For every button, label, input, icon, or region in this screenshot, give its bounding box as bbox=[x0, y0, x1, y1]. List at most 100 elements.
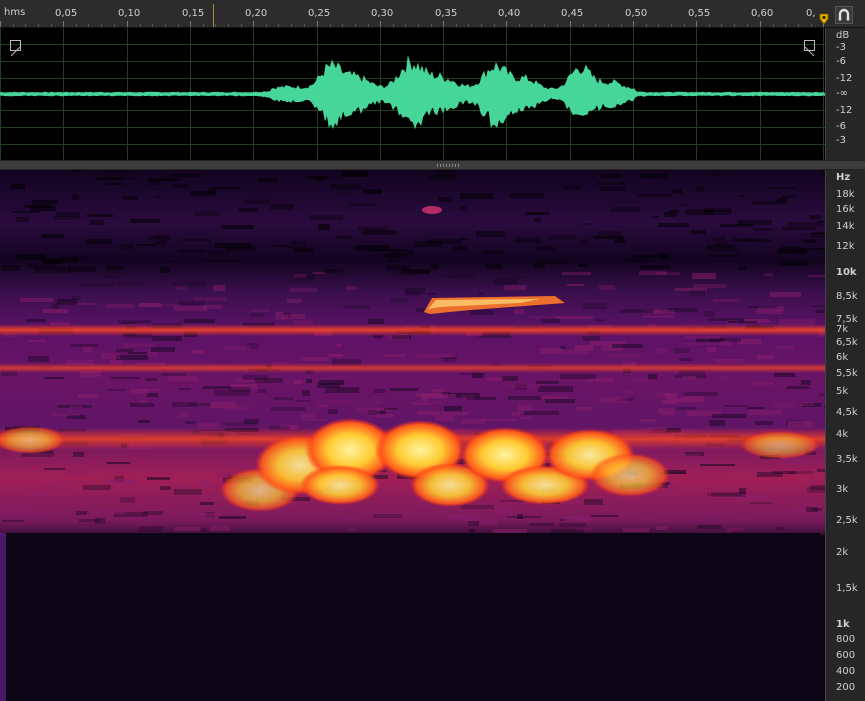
db-tick: -12 bbox=[836, 73, 853, 84]
spectral-noise-patch bbox=[96, 510, 125, 514]
ruler-minor-tick bbox=[494, 24, 495, 27]
spectral-noise-patch bbox=[556, 275, 562, 280]
spectral-noise-patch bbox=[499, 277, 534, 279]
ruler-minor-tick bbox=[241, 24, 242, 27]
spectral-noise-patch bbox=[639, 271, 667, 275]
spectral-noise-patch bbox=[435, 415, 454, 421]
ruler-minor-tick bbox=[721, 24, 722, 27]
zoom-out-corner-icon[interactable] bbox=[804, 40, 815, 57]
spectral-noise-patch bbox=[700, 464, 735, 466]
marker-icon[interactable] bbox=[819, 13, 829, 25]
ruler-major-tick bbox=[443, 21, 444, 27]
ruler-minor-tick bbox=[747, 24, 748, 27]
spectral-noise-patch bbox=[776, 527, 785, 530]
spectral-noise-patch bbox=[302, 419, 328, 421]
spectral-display[interactable] bbox=[0, 170, 825, 701]
spectral-noise-patch bbox=[442, 412, 469, 415]
spectral-noise-patch bbox=[341, 171, 368, 177]
ruler-major-tick bbox=[380, 21, 381, 27]
spectral-noise-patch bbox=[634, 255, 668, 258]
spectral-noise-patch bbox=[673, 189, 682, 194]
spectral-noise-patch bbox=[239, 208, 258, 212]
waveform-panel[interactable] bbox=[0, 28, 826, 160]
ruler-minor-tick bbox=[405, 24, 406, 27]
spectral-noise-patch bbox=[174, 489, 202, 495]
spectral-noise-patch bbox=[373, 514, 402, 518]
spectral-noise-patch bbox=[641, 173, 667, 178]
spectral-noise-patch bbox=[16, 217, 29, 222]
divider-grip[interactable] bbox=[437, 164, 461, 167]
spectral-noise-patch bbox=[781, 195, 796, 198]
ruler-major-tick bbox=[760, 21, 761, 27]
spectral-noise-patch bbox=[460, 193, 493, 199]
spectral-noise-patch bbox=[507, 384, 540, 388]
spectral-noise-patch bbox=[711, 492, 746, 497]
spectral-noise-patch bbox=[646, 518, 653, 520]
spectral-noise-patch bbox=[468, 521, 479, 526]
spectral-noise-patch bbox=[200, 502, 214, 505]
spectral-noise-patch bbox=[438, 197, 452, 202]
spectral-noise-patch bbox=[384, 408, 398, 410]
time-tick: 0,05 bbox=[55, 8, 78, 19]
spectral-noise-patch bbox=[208, 251, 230, 255]
spectral-noise-patch bbox=[101, 353, 120, 359]
time-ruler[interactable]: hms 0,05 0,10 0,15 0,20 0,25 0,30 0,35 0… bbox=[0, 0, 865, 28]
ruler-major-tick bbox=[190, 21, 191, 27]
spectral-noise-patch bbox=[159, 304, 179, 306]
spectral-noise-patch bbox=[673, 348, 690, 353]
spectral-noise-patch bbox=[138, 420, 150, 423]
spectral-noise-patch bbox=[518, 405, 532, 411]
spectral-noise-patch bbox=[717, 376, 729, 379]
spectral-noise-patch bbox=[57, 299, 77, 305]
ruler-minor-tick bbox=[266, 24, 267, 27]
spectral-noise-patch bbox=[623, 390, 633, 394]
spectral-noise-patch bbox=[164, 261, 180, 263]
spectral-noise-patch bbox=[189, 454, 202, 456]
ruler-minor-tick bbox=[291, 24, 292, 27]
spectral-noise-patch bbox=[679, 358, 692, 361]
band-7k bbox=[0, 324, 825, 336]
ruler-minor-tick bbox=[76, 24, 77, 27]
snap-button[interactable] bbox=[835, 6, 853, 24]
zoom-in-corner-icon[interactable] bbox=[10, 40, 21, 57]
spectral-noise-patch bbox=[363, 189, 382, 194]
ruler-minor-tick bbox=[165, 24, 166, 27]
spectral-noise-patch bbox=[707, 248, 737, 251]
spectral-noise-patch bbox=[168, 376, 198, 381]
ruler-minor-tick bbox=[368, 24, 369, 27]
panel-divider[interactable] bbox=[0, 160, 865, 170]
freq-tick: 18k bbox=[836, 189, 855, 200]
spectral-noise-patch bbox=[577, 528, 593, 531]
spectral-noise-patch bbox=[116, 349, 133, 352]
spectral-noise-patch bbox=[599, 285, 615, 290]
spectral-noise-patch bbox=[643, 315, 675, 318]
spectral-noise-patch bbox=[17, 254, 46, 260]
spectral-noise-patch bbox=[470, 310, 494, 315]
playhead-indicator[interactable] bbox=[213, 4, 214, 27]
spectral-noise-patch bbox=[319, 380, 344, 385]
ruler-minor-tick bbox=[152, 24, 153, 27]
spectral-noise-patch bbox=[709, 512, 718, 515]
ruler-minor-tick bbox=[709, 24, 710, 27]
db-tick: -6 bbox=[836, 56, 846, 67]
spectral-noise-patch bbox=[64, 470, 87, 474]
spectral-noise-patch bbox=[124, 343, 154, 347]
spectral-noise-patch bbox=[508, 396, 541, 400]
spectral-noise-patch bbox=[80, 283, 114, 287]
waveform-display[interactable] bbox=[0, 28, 826, 160]
ruler-minor-tick bbox=[215, 24, 216, 27]
spectral-noise-patch bbox=[427, 293, 435, 295]
spectral-noise-patch bbox=[808, 275, 825, 277]
spectral-noise-patch bbox=[788, 421, 813, 427]
spectral-noise-patch bbox=[444, 406, 462, 411]
spectral-noise-patch bbox=[655, 393, 674, 398]
spectral-noise-patch bbox=[123, 196, 138, 200]
ruler-major-tick bbox=[633, 21, 634, 27]
ruler-major-tick bbox=[317, 21, 318, 27]
ruler-minor-tick bbox=[468, 24, 469, 27]
freq-tick: 1,5k bbox=[836, 583, 858, 594]
ruler-minor-tick bbox=[519, 24, 520, 27]
spectral-noise-patch bbox=[597, 182, 626, 185]
spectral-noise-patch bbox=[648, 374, 657, 379]
spectral-noise-patch bbox=[653, 216, 659, 218]
